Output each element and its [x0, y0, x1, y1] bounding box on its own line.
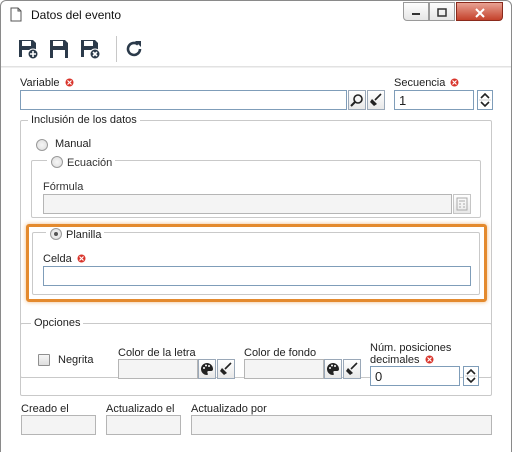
manual-radio[interactable]: [36, 139, 48, 151]
broom-icon: [220, 362, 232, 375]
color-letra-palette-button[interactable]: [198, 359, 216, 379]
toolbar: [1, 29, 511, 67]
variable-input[interactable]: [20, 90, 347, 110]
title-bar: Datos del evento: [1, 1, 511, 29]
ecuacion-group-title: Ecuación: [47, 154, 116, 169]
formula-input[interactable]: [43, 194, 452, 214]
color-letra-clear-button[interactable]: [217, 359, 235, 379]
secuencia-stepper[interactable]: [477, 90, 493, 110]
refresh-icon[interactable]: [123, 38, 145, 60]
maximize-button[interactable]: [429, 2, 455, 21]
document-icon: [10, 7, 22, 22]
num-pos-label-line1: Núm. posiciones: [370, 342, 452, 354]
search-icon: [350, 94, 363, 107]
toolbar-separator: [116, 36, 117, 62]
actualizado-por-input: [191, 415, 492, 435]
window-title: Datos del evento: [31, 8, 122, 22]
color-fondo-label: Color de fondo: [244, 347, 317, 359]
required-icon: [450, 78, 459, 87]
calculator-icon: [456, 197, 468, 211]
secuencia-label: Secuencia: [394, 77, 459, 89]
search-button[interactable]: [348, 90, 366, 110]
formula-label: Fórmula: [43, 181, 84, 193]
color-letra-label: Color de la letra: [118, 347, 196, 359]
color-letra-input[interactable]: [118, 359, 198, 379]
planilla-highlight: [26, 224, 487, 302]
num-pos-label-line2: decimales: [370, 354, 434, 366]
broom-icon: [346, 362, 358, 375]
actualizado-por-label: Actualizado por: [191, 403, 267, 415]
color-fondo-clear-button[interactable]: [343, 359, 361, 379]
save-close-icon[interactable]: [79, 38, 101, 60]
num-pos-input[interactable]: 0: [370, 366, 460, 386]
secuencia-input[interactable]: 1: [394, 90, 474, 110]
save-icon[interactable]: [48, 38, 70, 60]
negrita-checkbox[interactable]: [38, 354, 50, 366]
actualizado-label: Actualizado el: [106, 403, 175, 415]
creado-input: [21, 415, 96, 435]
color-fondo-input[interactable]: [244, 359, 324, 379]
variable-label: Variable: [20, 77, 74, 89]
clear-button[interactable]: [367, 90, 385, 110]
minimize-button[interactable]: [403, 2, 429, 21]
save-new-icon[interactable]: [17, 38, 39, 60]
opciones-group-title: Opciones: [31, 317, 84, 329]
ecuacion-radio[interactable]: [51, 156, 63, 168]
palette-icon: [327, 363, 339, 375]
actualizado-input: [106, 415, 181, 435]
broom-icon: [370, 93, 382, 106]
event-data-window: Datos del evento Variable Secuencia 1 In…: [0, 0, 512, 452]
required-icon: [65, 78, 74, 87]
close-button[interactable]: [456, 2, 503, 21]
form-content: Variable Secuencia 1 Inclusión de los da…: [1, 68, 511, 452]
required-icon: [425, 355, 434, 364]
manual-label: Manual: [55, 138, 92, 150]
calculator-button[interactable]: [453, 194, 471, 214]
negrita-label: Negrita: [58, 354, 94, 366]
color-fondo-palette-button[interactable]: [324, 359, 342, 379]
inclusion-group-title: Inclusión de los datos: [28, 114, 140, 126]
creado-label: Creado el: [21, 403, 69, 415]
num-pos-stepper[interactable]: [463, 366, 479, 386]
palette-icon: [201, 363, 213, 375]
